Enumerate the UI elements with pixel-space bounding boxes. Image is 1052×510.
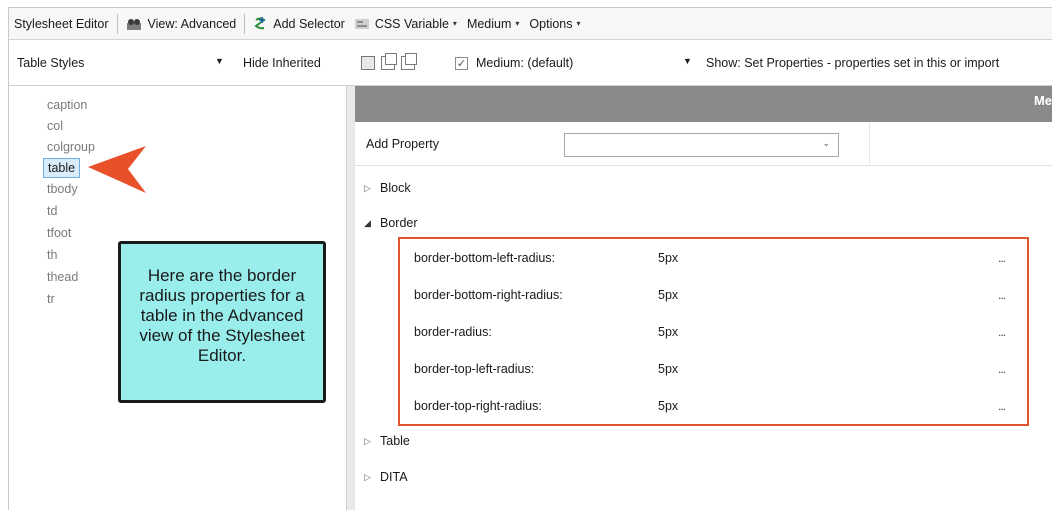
- add-selector-label: Add Selector: [273, 16, 345, 31]
- toolbar-divider: [244, 13, 246, 34]
- selector-item-tfoot[interactable]: tfoot: [43, 222, 99, 244]
- hide-inherited-label: Hide Inherited: [243, 56, 321, 70]
- property-name: border-top-right-radius:: [414, 399, 542, 413]
- add-selector-button[interactable]: Add Selector: [248, 8, 350, 39]
- list-view-icon[interactable]: [361, 56, 375, 70]
- selector-list: caption col colgroup table tbody td tfoo…: [43, 94, 99, 310]
- selector-item-caption[interactable]: caption: [43, 94, 99, 116]
- chevron-down-icon: ▾: [515, 19, 520, 28]
- add-property-select[interactable]: ⌄: [564, 133, 839, 157]
- property-name: border-bottom-right-radius:: [414, 288, 563, 302]
- main-toolbar: Stylesheet Editor View: Advanced Add Sel…: [8, 7, 1052, 40]
- group-table[interactable]: ▷ Table: [364, 434, 410, 448]
- more-options-button[interactable]: ...: [998, 399, 1006, 413]
- column-divider: [869, 122, 870, 166]
- property-value[interactable]: 5px: [658, 399, 998, 413]
- selector-item-col[interactable]: col: [43, 116, 99, 137]
- chevron-down-icon: ▾: [576, 19, 581, 28]
- medium-checkbox-row[interactable]: ✓ Medium: (default): [455, 56, 573, 70]
- group-dita-label: DITA: [380, 470, 408, 484]
- selector-item-table[interactable]: table: [43, 158, 81, 178]
- pane-splitter[interactable]: [346, 86, 355, 510]
- show-filter-arrow[interactable]: ▼: [683, 56, 692, 66]
- property-row[interactable]: border-radius: 5px ...: [414, 321, 1024, 343]
- group-border[interactable]: ◢ Border: [364, 216, 418, 230]
- add-selector-icon: [253, 16, 267, 31]
- selector-item-tr[interactable]: tr: [43, 288, 99, 310]
- property-name: border-top-left-radius:: [414, 362, 535, 376]
- dropdown-arrow-icon: ▼: [215, 56, 224, 66]
- css-variable-icon: [354, 18, 369, 30]
- property-value[interactable]: 5px: [658, 251, 998, 265]
- editor-title-label: Stylesheet Editor: [14, 16, 109, 31]
- annotation-callout: Here are the border radius properties fo…: [118, 241, 326, 403]
- property-value[interactable]: 5px: [658, 325, 998, 339]
- properties-pane: Me Add Property ⌄ ▷ Block ◢ Border borde…: [355, 86, 1052, 510]
- selector-item-thead[interactable]: thead: [43, 266, 99, 288]
- property-row[interactable]: border-bottom-right-radius: 5px ...: [414, 284, 1024, 306]
- toolbar-divider: [116, 13, 118, 34]
- medium-header: Me: [355, 86, 1052, 122]
- secondary-toolbar: Table Styles ▼ Hide Inherited ✓ Medium: …: [8, 40, 1052, 86]
- css-variable-label: CSS Variable: [374, 16, 449, 31]
- selector-item-th[interactable]: th: [43, 244, 99, 266]
- property-row[interactable]: border-top-right-radius: 5px ...: [414, 395, 1024, 417]
- expand-triangle-icon: ▷: [364, 435, 371, 446]
- collapse-icon[interactable]: [381, 53, 397, 70]
- callout-text: Here are the border radius properties fo…: [139, 266, 305, 365]
- styles-dropdown-arrow[interactable]: ▼: [215, 56, 224, 66]
- property-name: border-bottom-left-radius:: [414, 251, 556, 265]
- editor-title: Stylesheet Editor: [9, 8, 114, 39]
- styles-dropdown[interactable]: Table Styles: [17, 56, 84, 70]
- group-dita[interactable]: ▷ DITA: [364, 470, 408, 484]
- add-property-label: Add Property: [366, 137, 439, 151]
- property-value[interactable]: 5px: [658, 362, 998, 376]
- border-properties-highlight: border-bottom-left-radius: 5px ... borde…: [398, 237, 1029, 426]
- view-advanced-label: View: Advanced: [147, 16, 237, 31]
- css-variable-button[interactable]: CSS Variable ▾: [350, 8, 462, 39]
- hide-inherited-button[interactable]: Hide Inherited: [243, 56, 321, 70]
- more-options-button[interactable]: ...: [998, 288, 1006, 302]
- more-options-button[interactable]: ...: [998, 251, 1006, 265]
- view-advanced-button[interactable]: View: Advanced: [121, 8, 242, 39]
- property-row[interactable]: border-top-left-radius: 5px ...: [414, 358, 1024, 380]
- view-mode-buttons: [361, 53, 421, 70]
- expand-triangle-icon: ▷: [364, 182, 371, 193]
- dropdown-arrow-icon: ▼: [683, 56, 692, 66]
- group-table-label: Table: [380, 434, 410, 448]
- expand-triangle-icon: ▷: [364, 471, 371, 482]
- property-row[interactable]: border-bottom-left-radius: 5px ...: [414, 247, 1024, 269]
- more-options-button[interactable]: ...: [998, 362, 1006, 376]
- medium-checkbox-label: Medium: (default): [476, 56, 574, 70]
- add-property-row: Add Property ⌄: [355, 122, 1052, 166]
- show-filter-dropdown[interactable]: Show: Set Properties - properties set in…: [706, 56, 999, 70]
- medium-menu[interactable]: Medium ▾: [462, 8, 524, 39]
- more-options-button[interactable]: ...: [998, 325, 1006, 339]
- pointer-arrow-icon: [86, 146, 148, 197]
- medium-menu-label: Medium: [466, 16, 512, 31]
- selector-item-td[interactable]: td: [43, 200, 99, 222]
- group-border-label: Border: [380, 216, 418, 230]
- property-name: border-radius:: [414, 325, 492, 339]
- chevron-down-icon: ⌄: [822, 138, 830, 148]
- view-icon: [126, 17, 142, 31]
- checkmark-icon[interactable]: ✓: [455, 56, 468, 70]
- expand-icon[interactable]: [401, 53, 417, 70]
- collapse-triangle-icon: ◢: [364, 217, 371, 228]
- chevron-down-icon: ▾: [452, 19, 457, 28]
- medium-header-label: Me: [1033, 93, 1052, 108]
- styles-dropdown-value: Table Styles: [17, 56, 85, 70]
- property-value[interactable]: 5px: [658, 288, 998, 302]
- options-menu-label: Options: [529, 16, 573, 31]
- group-block[interactable]: ▷ Block: [364, 181, 411, 195]
- options-menu[interactable]: Options ▾: [524, 8, 585, 39]
- show-filter-label: Show: Set Properties - properties set in…: [706, 56, 1000, 70]
- group-block-label: Block: [380, 181, 411, 195]
